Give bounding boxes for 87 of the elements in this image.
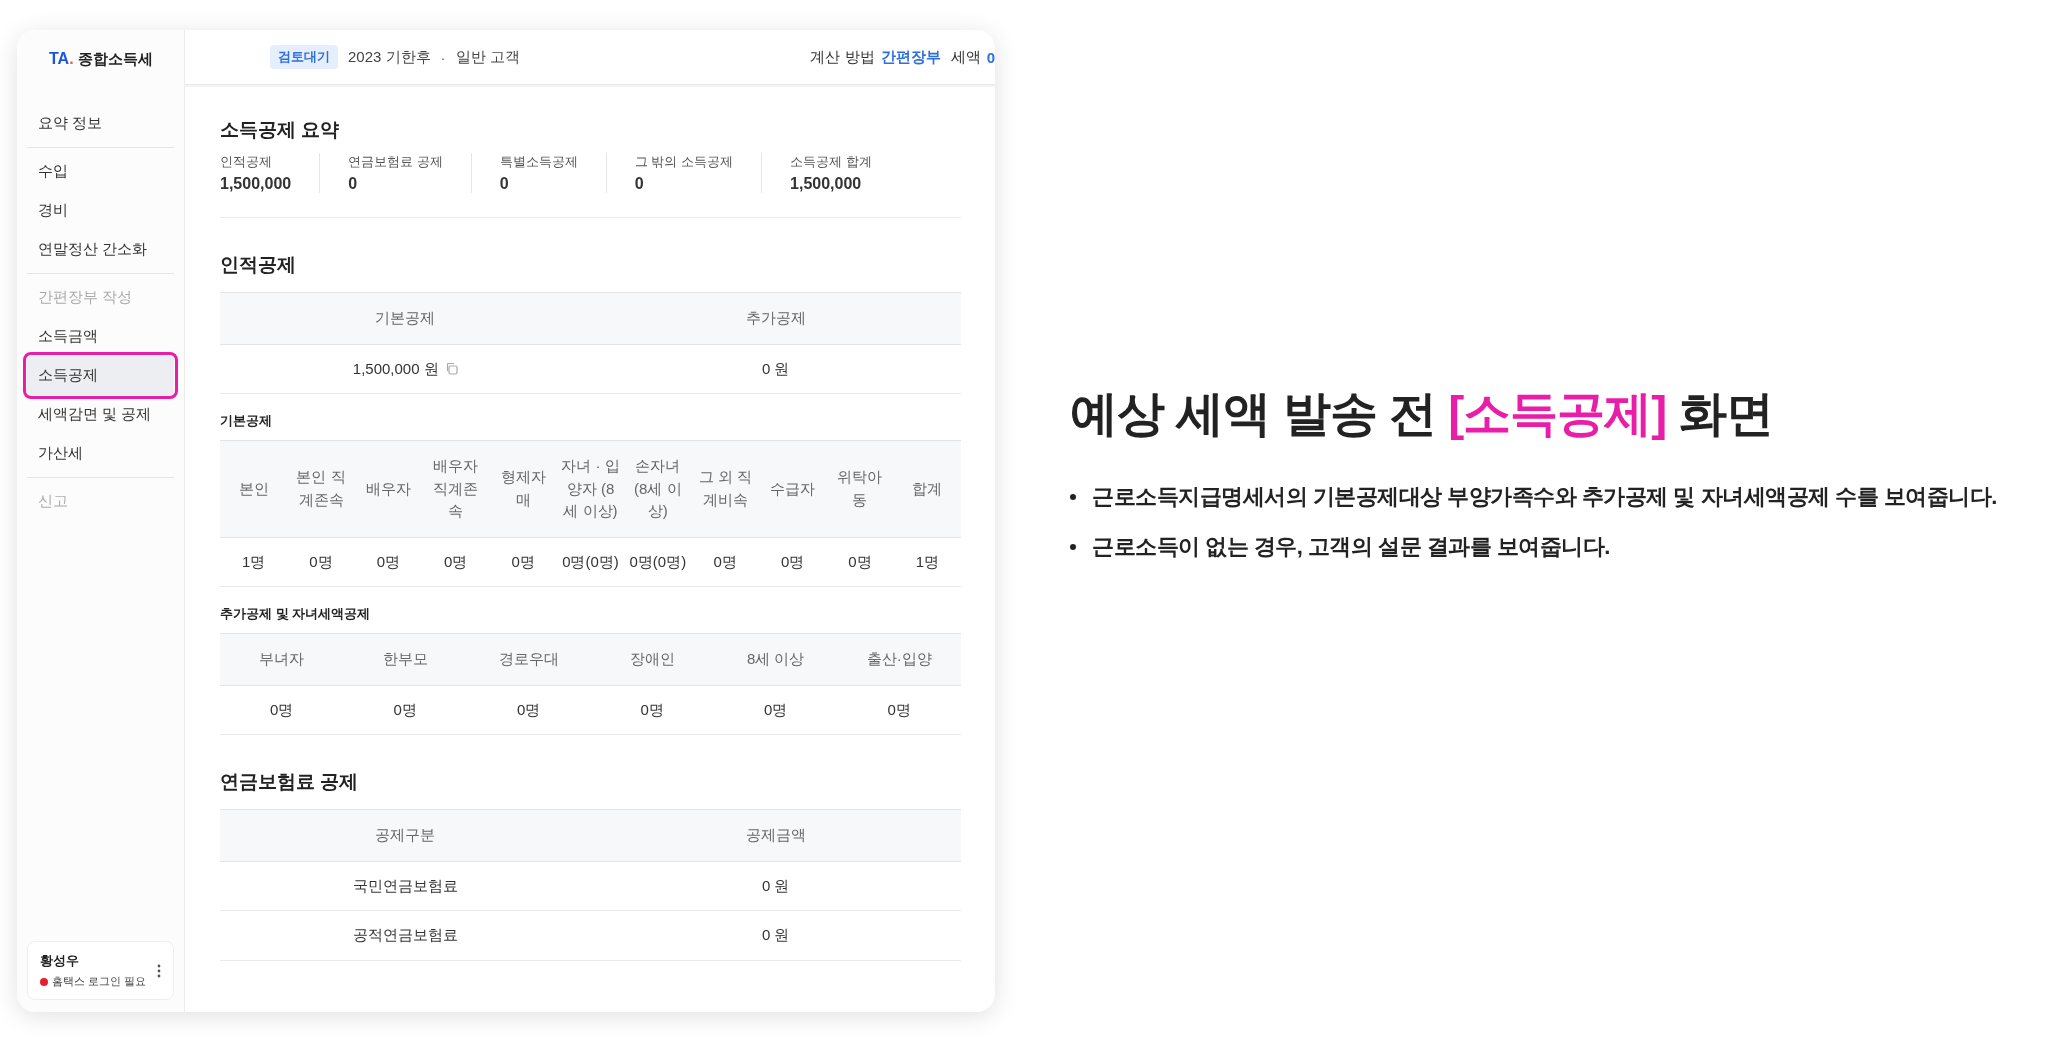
table-cell: 0명 (287, 537, 355, 587)
summary-label: 특별소득공제 (499, 153, 578, 171)
table-cell: 0명 (343, 685, 467, 735)
table-cell: 0명 (422, 537, 490, 587)
column-header: 8세 이상 (714, 633, 838, 685)
table-cell: 0명 (758, 537, 827, 587)
section-title: 인적공제 (220, 253, 297, 277)
table-title: 기본공제 (220, 412, 273, 430)
filing-period: 2023 기한후 (348, 47, 431, 67)
table-title: 추가공제 및 자녀세액공제 (220, 605, 372, 623)
sidebar-item[interactable]: 수입 (27, 152, 174, 191)
separator-dot: · (440, 48, 446, 66)
column-header: 출산·입양 (837, 633, 961, 685)
column-header: 경로우대 (467, 633, 591, 685)
column-header: 장애인 (590, 633, 714, 685)
sidebar-item[interactable]: 세액감면 및 공제 (27, 395, 174, 434)
sidebar-item[interactable]: 가산세 (27, 434, 174, 473)
table-cell-text: 1,500,000 원 (352, 358, 439, 379)
summary-label: 인적공제 (220, 153, 273, 171)
method-link[interactable]: 간편장부 (880, 47, 941, 67)
summary-value: 0 (634, 175, 645, 193)
user-card[interactable]: 황성우 홈택스 로그인 필요 (27, 941, 174, 1000)
login-status: 홈택스 로그인 필요 (52, 974, 147, 989)
summary-label: 연금보험료 공제 (348, 153, 443, 171)
column-header: 자녀 · 입양자 (8세 이상) (556, 440, 625, 537)
column-header: 손자녀 (8세 이상) (624, 440, 692, 537)
column-header: 기본공제 (220, 292, 591, 344)
table-cell: 국민연금보험료 (220, 861, 591, 911)
table-cell: 0명 (837, 685, 961, 735)
table-cell: 0명 (714, 685, 838, 735)
sidebar-item[interactable]: 경비 (27, 191, 174, 230)
table-cell: 0 원 (590, 910, 961, 960)
summary-label: 그 밖의 소득공제 (634, 153, 734, 171)
bullet-text: 근로소득지급명세서의 기본공제대상 부양가족수와 추가공제 및 자녀세액공제 수를 보여줍니다. (1092, 483, 1997, 511)
more-icon[interactable] (157, 963, 161, 978)
table-cell: 0명 (590, 685, 714, 735)
sidebar-item[interactable]: 요약 정보 (27, 104, 174, 143)
column-header: 한부모 (343, 633, 467, 685)
table-cell: 1명 (220, 537, 288, 587)
column-header: 배우자 직계존속 (422, 440, 490, 537)
column-header: 위탁아동 (826, 440, 894, 537)
summary-value: 1,500,000 (220, 175, 292, 193)
section-title: 연금보험료 공제 (220, 770, 360, 794)
table-cell: 공적연금보험료 (220, 910, 591, 960)
section-title: 소득공제 요약 (220, 118, 341, 142)
table-cell: 0명 (489, 537, 557, 587)
summary-value: 1,500,000 (790, 175, 863, 193)
sidebar-item[interactable]: 소득금액 (27, 317, 174, 356)
column-header: 수급자 (758, 440, 827, 537)
column-header: 합계 (893, 440, 961, 537)
sidebar-section-label: 간편장부 작성 (37, 287, 134, 307)
caption-title: 예상 세액 발송 전 [소득공제] 화면 (1070, 386, 1774, 442)
column-header: 본인 직계존속 (287, 440, 355, 537)
summary-label: 소득공제 합계 (790, 153, 872, 171)
column-header: 형제자매 (489, 440, 557, 537)
table-cell: 0명 (826, 537, 894, 587)
bullet-icon (1070, 544, 1076, 550)
column-header: 배우자 (354, 440, 423, 537)
bullet-text: 근로소득이 없는 경우, 고객의 설문 결과를 보여줍니다. (1092, 533, 1610, 561)
user-name: 황성우 (40, 952, 80, 970)
table-cell: 0명(0명) (624, 537, 692, 587)
customer-type: 일반 고객 (455, 47, 520, 67)
sidebar-section-label: 신고 (37, 491, 69, 511)
tax-label: 세액 (950, 47, 981, 67)
tax-amount[interactable]: 0 (986, 48, 995, 66)
table-cell: 0 원 (590, 861, 961, 911)
summary-value: 0 (499, 175, 510, 193)
column-header: 본인 (220, 440, 288, 537)
table-cell: 1명 (893, 537, 961, 587)
status-badge: 검토대기 (270, 45, 338, 69)
table-cell: 0명 (691, 537, 759, 587)
sidebar-item[interactable]: 연말정산 간소화 (27, 230, 174, 269)
column-header: 부녀자 (220, 633, 344, 685)
bullet-icon (1070, 494, 1076, 500)
column-header: 추가공제 (590, 292, 961, 344)
table-cell: 0명 (467, 685, 591, 735)
table-cell: 0명 (220, 685, 344, 735)
logo-mark: TA. (49, 50, 74, 68)
app-title: 종합소득세 (77, 50, 153, 69)
table-cell: 0 원 (590, 344, 961, 394)
column-header: 공제구분 (220, 809, 591, 861)
summary-value: 0 (348, 175, 359, 193)
method-label: 계산 방법 (810, 47, 875, 67)
column-header: 공제금액 (590, 809, 961, 861)
table-cell: 0명(0명) (556, 537, 625, 587)
table-cell: 0명 (354, 537, 423, 587)
column-header: 그 외 직계비속 (691, 440, 759, 537)
